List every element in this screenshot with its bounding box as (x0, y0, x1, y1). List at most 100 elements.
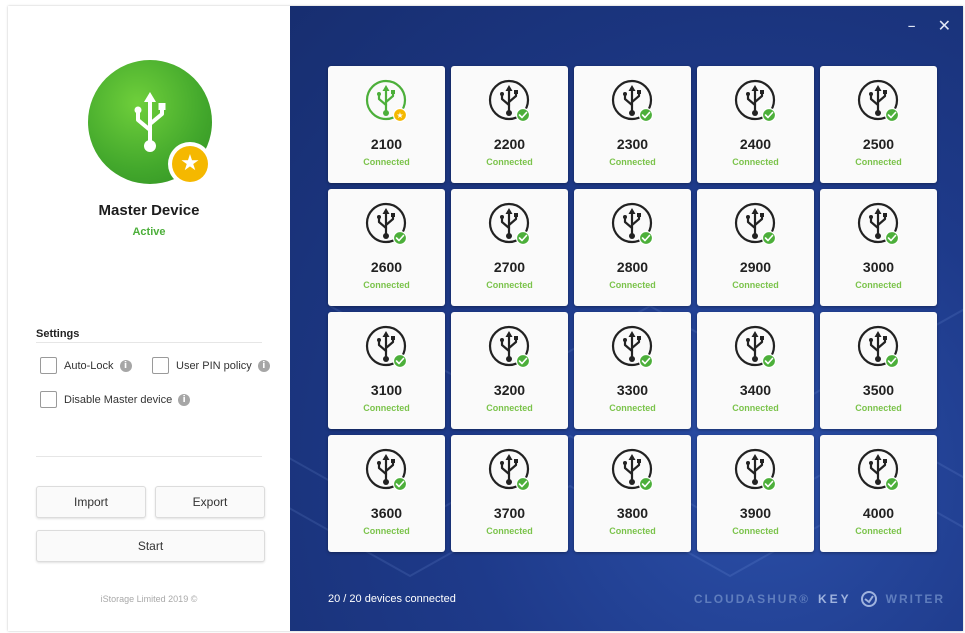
device-status: Connected (609, 526, 656, 536)
close-icon[interactable]: ✕ (938, 16, 951, 35)
check-badge-icon (392, 476, 408, 491)
device-tile[interactable]: 3400 Connected (697, 312, 814, 429)
svg-text:★: ★ (396, 111, 403, 120)
device-tile[interactable]: 3700 Connected (451, 435, 568, 552)
usb-icon (611, 325, 654, 368)
device-tile[interactable]: 2300 Connected (574, 66, 691, 183)
check-badge-icon (884, 476, 900, 491)
app-window: ★ Master Device Active Settings Auto-Loc… (8, 6, 963, 631)
star-icon: ★ (172, 146, 208, 182)
devices-connected-count: 20 / 20 devices connected (328, 593, 456, 605)
disable-master-option[interactable]: Disable Master device i (40, 391, 191, 408)
check-badge-icon (392, 230, 408, 245)
master-device-status: Active (132, 226, 166, 238)
brand-writer: WRITER (885, 592, 945, 606)
master-panel: ★ Master Device Active Settings Auto-Loc… (8, 6, 290, 631)
auto-lock-label: Auto-Lock (64, 359, 114, 372)
master-star-badge: ★ (168, 142, 212, 186)
info-icon[interactable]: i (257, 359, 270, 372)
device-tile[interactable]: 2700 Connected (451, 189, 568, 306)
check-badge-icon (884, 230, 900, 245)
device-number: 2400 (739, 136, 772, 152)
device-number: 3000 (862, 259, 895, 275)
minimize-icon[interactable]: – (908, 16, 916, 35)
check-badge-icon (638, 476, 654, 491)
check-badge-icon (515, 476, 531, 491)
usb-icon (488, 202, 531, 245)
device-status: Connected (732, 157, 779, 167)
device-tile[interactable]: 3300 Connected (574, 312, 691, 429)
usb-icon (365, 325, 408, 368)
export-button[interactable]: Export (155, 486, 265, 518)
auto-lock-option[interactable]: Auto-Lock i (40, 357, 132, 374)
copyright-text: iStorage Limited 2019 © (100, 594, 198, 604)
usb-icon (857, 202, 900, 245)
device-number: 2200 (493, 136, 526, 152)
device-tile[interactable]: 3000 Connected (820, 189, 937, 306)
device-status: Connected (609, 280, 656, 290)
device-tile[interactable]: 3600 Connected (328, 435, 445, 552)
auto-lock-checkbox[interactable] (40, 357, 57, 374)
user-pin-policy-label: User PIN policy (176, 359, 252, 372)
usb-icon (365, 448, 408, 491)
check-badge-icon (515, 230, 531, 245)
device-number: 2600 (370, 259, 403, 275)
device-tile[interactable]: 3500 Connected (820, 312, 937, 429)
device-number: 3100 (370, 382, 403, 398)
buttons-divider (36, 456, 262, 457)
device-status: Connected (609, 157, 656, 167)
device-status: Connected (732, 280, 779, 290)
usb-icon (488, 448, 531, 491)
device-status: Connected (855, 526, 902, 536)
user-pin-policy-checkbox[interactable] (152, 357, 169, 374)
settings-heading: Settings (36, 328, 80, 340)
info-icon[interactable]: i (119, 359, 132, 372)
usb-icon (734, 202, 777, 245)
check-badge-icon (638, 107, 654, 122)
device-tile[interactable]: 3800 Connected (574, 435, 691, 552)
device-status: Connected (732, 526, 779, 536)
device-tile[interactable]: 3100 Connected (328, 312, 445, 429)
device-tile[interactable]: 3200 Connected (451, 312, 568, 429)
device-status: Connected (855, 157, 902, 167)
device-number: 2300 (616, 136, 649, 152)
usb-icon (857, 325, 900, 368)
start-button[interactable]: Start (36, 530, 265, 562)
usb-icon (857, 79, 900, 122)
device-number: 3600 (370, 505, 403, 521)
device-number: 3900 (739, 505, 772, 521)
device-tile[interactable]: 2800 Connected (574, 189, 691, 306)
check-badge-icon (884, 353, 900, 368)
check-badge-icon (638, 353, 654, 368)
check-badge-icon (515, 353, 531, 368)
device-number: 2100 (370, 136, 403, 152)
usb-icon (734, 325, 777, 368)
device-status: Connected (486, 526, 533, 536)
check-badge-icon (392, 353, 408, 368)
device-status: Connected (855, 280, 902, 290)
device-status: Connected (363, 280, 410, 290)
device-tile[interactable]: 2400 Connected (697, 66, 814, 183)
usb-icon (134, 92, 166, 152)
device-tile[interactable]: 2500 Connected (820, 66, 937, 183)
check-badge-icon (515, 107, 531, 122)
usb-icon: ★ (365, 79, 408, 122)
device-tile[interactable]: ★ 2100 Connected (328, 66, 445, 183)
device-status: Connected (732, 403, 779, 413)
device-status: Connected (486, 280, 533, 290)
device-number: 2500 (862, 136, 895, 152)
device-tile[interactable]: 2600 Connected (328, 189, 445, 306)
device-status: Connected (363, 403, 410, 413)
info-icon[interactable]: i (178, 393, 191, 406)
device-tile[interactable]: 2200 Connected (451, 66, 568, 183)
device-tile[interactable]: 2900 Connected (697, 189, 814, 306)
device-status: Connected (486, 157, 533, 167)
device-number: 2900 (739, 259, 772, 275)
device-tile[interactable]: 4000 Connected (820, 435, 937, 552)
device-number: 2800 (616, 259, 649, 275)
user-pin-policy-option[interactable]: User PIN policy i (152, 357, 270, 374)
disable-master-checkbox[interactable] (40, 391, 57, 408)
device-tile[interactable]: 3900 Connected (697, 435, 814, 552)
import-button[interactable]: Import (36, 486, 146, 518)
window-controls: – ✕ (908, 16, 951, 35)
